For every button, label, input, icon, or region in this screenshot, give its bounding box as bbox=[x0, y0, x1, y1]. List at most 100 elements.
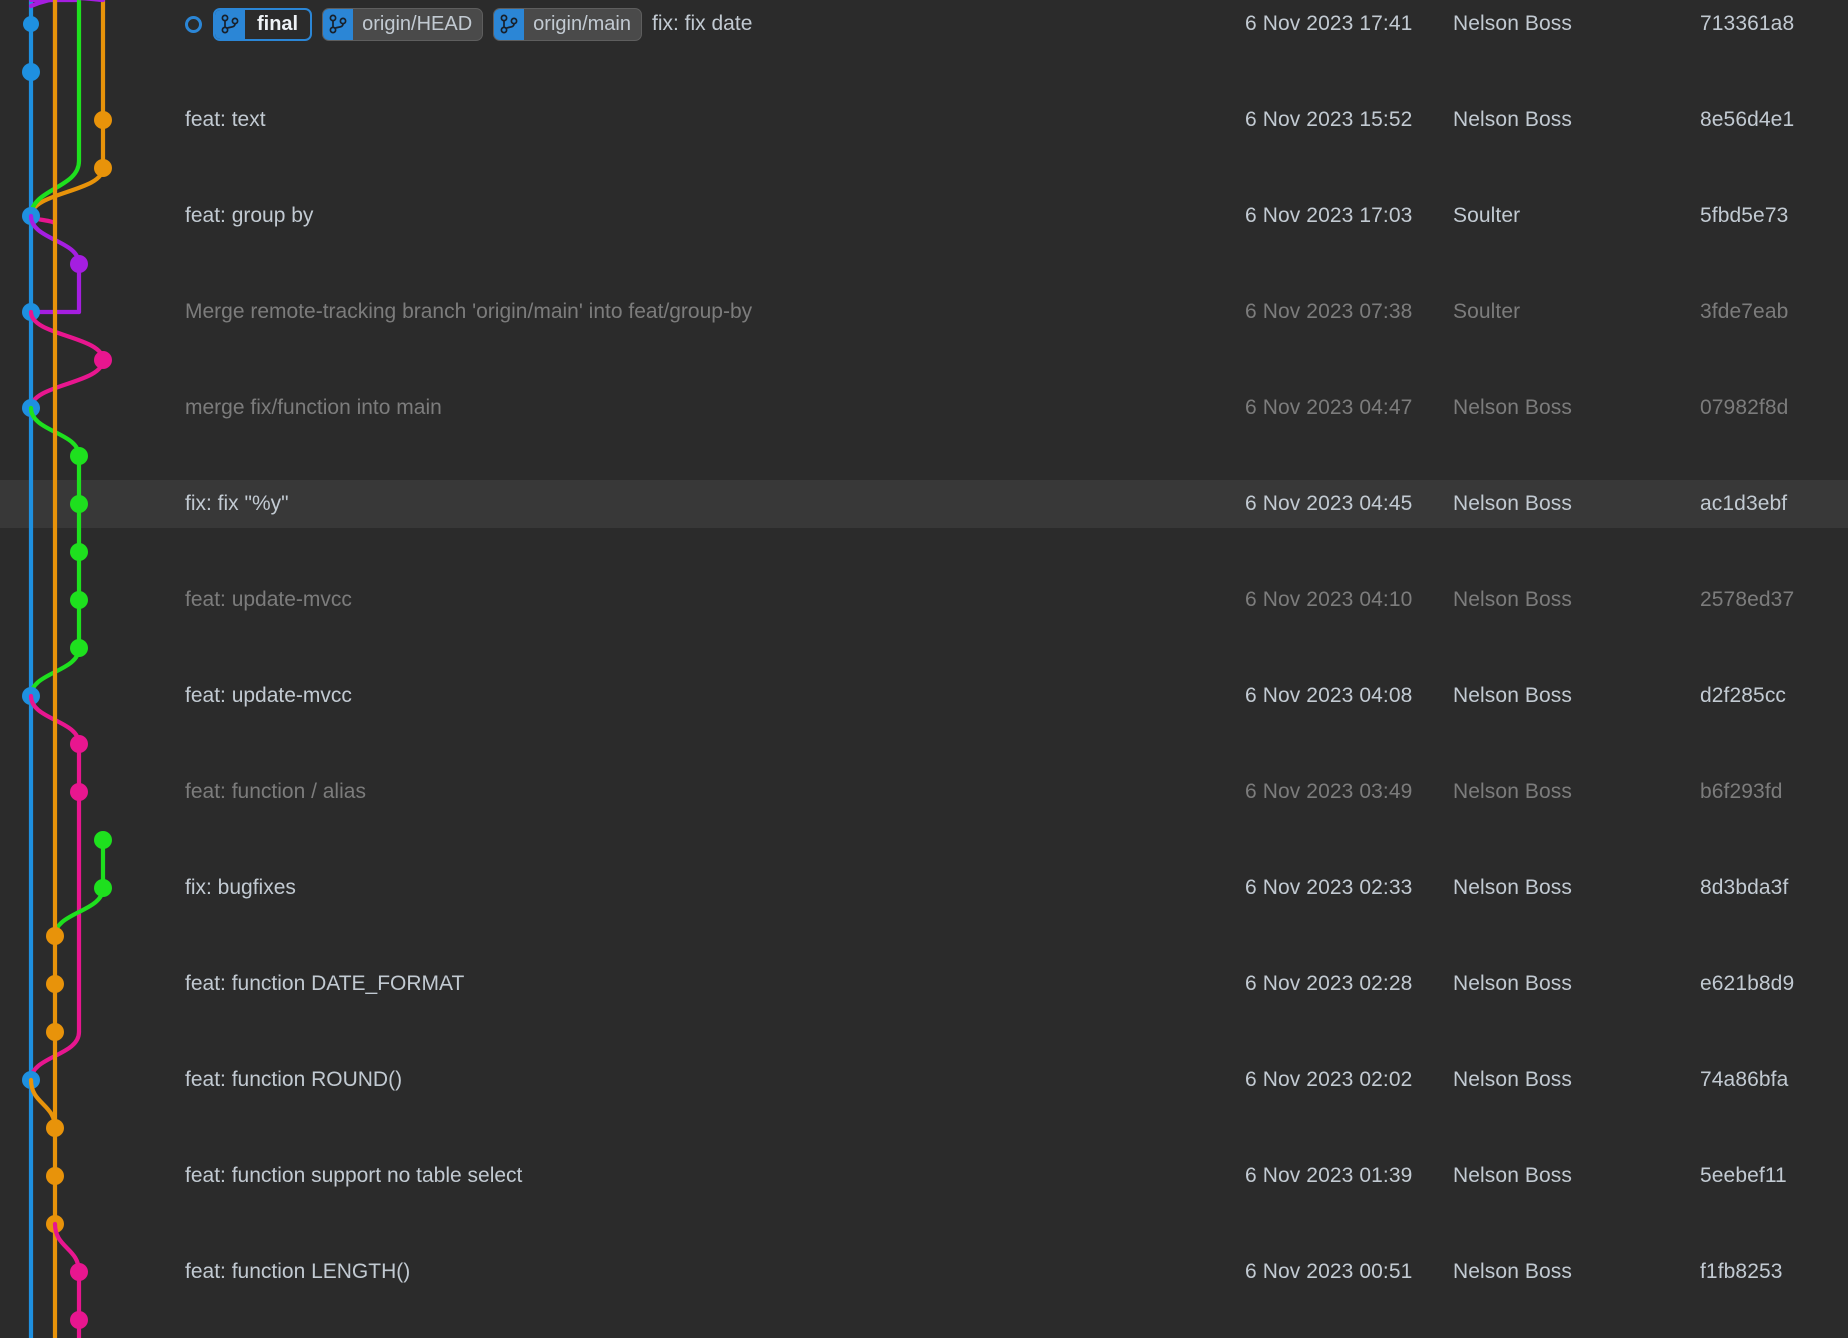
commit-hash-cell: e621b8d9 bbox=[1700, 960, 1848, 1008]
commit-date-cell: 6 Nov 2023 00:51 bbox=[1245, 1248, 1445, 1296]
commit-message-cell[interactable]: feat: update-mvcc bbox=[185, 672, 1235, 720]
table-row[interactable]: final origin/HEAD origin/main fix: fix date… bbox=[0, 0, 1848, 48]
commit-message-text: Merge remote-tracking branch 'origin/mai… bbox=[185, 300, 753, 323]
branch-ref-label: origin/main bbox=[533, 12, 631, 35]
commit-date: 6 Nov 2023 01:39 bbox=[1245, 1164, 1413, 1187]
commit-date: 6 Nov 2023 04:10 bbox=[1245, 588, 1413, 611]
commit-date: 6 Nov 2023 02:02 bbox=[1245, 1068, 1413, 1091]
commit-author-cell: Nelson Boss bbox=[1453, 960, 1663, 1008]
commit-hash: 2578ed37 bbox=[1700, 588, 1795, 611]
git-history-view: final origin/HEAD origin/main fix: fix date… bbox=[0, 0, 1848, 1338]
commit-message-cell[interactable]: feat: function LENGTH() bbox=[185, 1248, 1235, 1296]
commit-message-cell[interactable]: feat: function ROUND() bbox=[185, 1056, 1235, 1104]
commit-author-cell: Nelson Boss bbox=[1453, 672, 1663, 720]
commit-message-cell[interactable]: feat: update-mvcc bbox=[185, 576, 1235, 624]
table-row[interactable]: fix: bugfixes 6 Nov 2023 02:33 Nelson Boss… bbox=[0, 864, 1848, 912]
commit-author-cell: Nelson Boss bbox=[1453, 480, 1663, 528]
commit-date-cell: 6 Nov 2023 15:52 bbox=[1245, 96, 1445, 144]
git-branch-icon bbox=[221, 14, 239, 34]
git-branch-icon bbox=[329, 14, 347, 34]
table-row[interactable]: feat: text 6 Nov 2023 15:52 Nelson Boss 8e5… bbox=[0, 96, 1848, 144]
commit-date-cell: 6 Nov 2023 01:39 bbox=[1245, 1152, 1445, 1200]
table-row[interactable]: feat: update-mvcc 6 Nov 2023 04:10 Nelson … bbox=[0, 576, 1848, 624]
commit-date: 6 Nov 2023 04:45 bbox=[1245, 492, 1413, 515]
commit-list[interactable]: final origin/HEAD origin/main fix: fix date… bbox=[0, 0, 1848, 1338]
commit-message-cell[interactable]: final origin/HEAD origin/main fix: fix date bbox=[185, 0, 1235, 48]
commit-author-cell: Nelson Boss bbox=[1453, 1056, 1663, 1104]
commit-message-text: feat: function LENGTH() bbox=[185, 1260, 411, 1283]
commit-date-cell: 6 Nov 2023 02:28 bbox=[1245, 960, 1445, 1008]
commit-date-cell: 6 Nov 2023 02:33 bbox=[1245, 864, 1445, 912]
commit-author: Nelson Boss bbox=[1453, 876, 1572, 899]
branch-ref-label: origin/HEAD bbox=[362, 12, 473, 35]
commit-date: 6 Nov 2023 04:08 bbox=[1245, 684, 1413, 707]
table-row[interactable]: feat: function DATE_FORMAT 6 Nov 2023 02:… bbox=[0, 960, 1848, 1008]
commit-date: 6 Nov 2023 00:51 bbox=[1245, 1260, 1413, 1283]
commit-date: 6 Nov 2023 04:47 bbox=[1245, 396, 1413, 419]
commit-hash: d2f285cc bbox=[1700, 684, 1787, 707]
commit-date: 6 Nov 2023 15:52 bbox=[1245, 108, 1413, 131]
commit-author-cell: Nelson Boss bbox=[1453, 1152, 1663, 1200]
table-row[interactable]: fix: fix "%y" 6 Nov 2023 04:45 Nelson Boss… bbox=[0, 480, 1848, 528]
commit-hash-cell: 713361a8 bbox=[1700, 0, 1848, 48]
branch-ref-label: final bbox=[257, 12, 299, 35]
commit-message-cell[interactable]: feat: function / alias bbox=[185, 768, 1235, 816]
commit-hash: 3fde7eab bbox=[1700, 300, 1789, 323]
commit-hash: b6f293fd bbox=[1700, 780, 1783, 803]
commit-message-text: fix: bugfixes bbox=[185, 876, 296, 899]
commit-message-text: fix: fix date bbox=[652, 12, 753, 35]
branch-ref-pill[interactable]: origin/main bbox=[493, 7, 642, 41]
commit-hash-cell: d2f285cc bbox=[1700, 672, 1848, 720]
commit-hash: e621b8d9 bbox=[1700, 972, 1795, 995]
commit-message-cell[interactable]: feat: group by bbox=[185, 192, 1235, 240]
commit-message-text: feat: function DATE_FORMAT bbox=[185, 972, 465, 995]
table-row[interactable]: feat: update-mvcc 6 Nov 2023 04:08 Nelson … bbox=[0, 672, 1848, 720]
commit-author-cell: Nelson Boss bbox=[1453, 864, 1663, 912]
commit-author-cell: Nelson Boss bbox=[1453, 0, 1663, 48]
commit-message-text: feat: function support no table select bbox=[185, 1164, 523, 1187]
table-row[interactable]: feat: function support no table select 6 … bbox=[0, 1152, 1848, 1200]
branch-ref-pill[interactable]: final bbox=[213, 7, 313, 41]
git-branch-icon-box bbox=[323, 8, 354, 40]
commit-author: Soulter bbox=[1453, 300, 1521, 323]
git-branch-icon-box bbox=[215, 9, 245, 39]
commit-hash-cell: 8d3bda3f bbox=[1700, 864, 1848, 912]
commit-date-cell: 6 Nov 2023 04:10 bbox=[1245, 576, 1445, 624]
commit-message-cell[interactable]: feat: function DATE_FORMAT bbox=[185, 960, 1235, 1008]
git-branch-icon-box bbox=[494, 8, 525, 40]
commit-date-cell: 6 Nov 2023 04:08 bbox=[1245, 672, 1445, 720]
table-row[interactable]: merge fix/function into main 6 Nov 2023 0… bbox=[0, 384, 1848, 432]
commit-message-cell[interactable]: feat: function support no table select bbox=[185, 1152, 1235, 1200]
commit-author-cell: Nelson Boss bbox=[1453, 576, 1663, 624]
table-row[interactable]: Merge remote-tracking branch 'origin/mai… bbox=[0, 288, 1848, 336]
commit-date-cell: 6 Nov 2023 17:03 bbox=[1245, 192, 1445, 240]
table-row[interactable]: feat: function ROUND() 6 Nov 2023 02:02 Ne… bbox=[0, 1056, 1848, 1104]
commit-hash-cell: 74a86bfa bbox=[1700, 1056, 1848, 1104]
table-row[interactable]: feat: function LENGTH() 6 Nov 2023 00:51 N… bbox=[0, 1248, 1848, 1296]
branch-ref-pill[interactable]: origin/HEAD bbox=[322, 7, 484, 41]
commit-message-cell[interactable]: fix: fix "%y" bbox=[185, 480, 1235, 528]
commit-message-cell[interactable]: Merge remote-tracking branch 'origin/mai… bbox=[185, 288, 1235, 336]
commit-message-text: feat: group by bbox=[185, 204, 314, 227]
commit-author: Nelson Boss bbox=[1453, 492, 1572, 515]
commit-message-cell[interactable]: feat: text bbox=[185, 96, 1235, 144]
commit-message-text: feat: update-mvcc bbox=[185, 588, 352, 611]
commit-author: Soulter bbox=[1453, 204, 1521, 227]
table-row[interactable]: feat: function / alias 6 Nov 2023 03:49 Ne… bbox=[0, 768, 1848, 816]
commit-author-cell: Nelson Boss bbox=[1453, 1248, 1663, 1296]
commit-message-cell[interactable]: fix: bugfixes bbox=[185, 864, 1235, 912]
commit-date: 6 Nov 2023 02:28 bbox=[1245, 972, 1413, 995]
commit-hash: 8d3bda3f bbox=[1700, 876, 1789, 899]
commit-author: Nelson Boss bbox=[1453, 1164, 1572, 1187]
table-row[interactable]: feat: group by 6 Nov 2023 17:03 Soulter 5fb… bbox=[0, 192, 1848, 240]
commit-hash-cell: 2578ed37 bbox=[1700, 576, 1848, 624]
commit-message-text: merge fix/function into main bbox=[185, 396, 442, 419]
commit-author: Nelson Boss bbox=[1453, 396, 1572, 419]
commit-message-cell[interactable]: merge fix/function into main bbox=[185, 384, 1235, 432]
commit-hash: 74a86bfa bbox=[1700, 1068, 1789, 1091]
commit-author: Nelson Boss bbox=[1453, 108, 1572, 131]
commit-date: 6 Nov 2023 07:38 bbox=[1245, 300, 1413, 323]
commit-date-cell: 6 Nov 2023 04:47 bbox=[1245, 384, 1445, 432]
commit-author-cell: Soulter bbox=[1453, 192, 1663, 240]
commit-hash-cell: b6f293fd bbox=[1700, 768, 1848, 816]
